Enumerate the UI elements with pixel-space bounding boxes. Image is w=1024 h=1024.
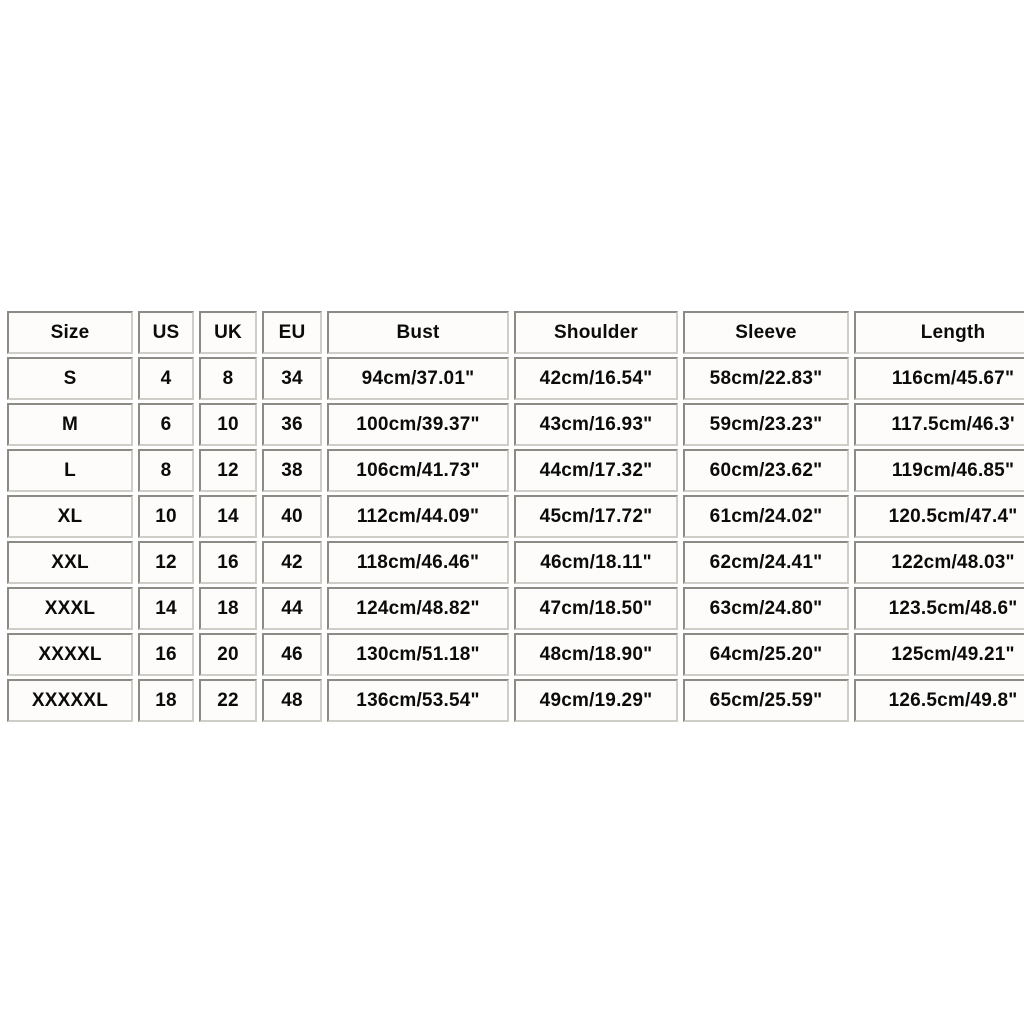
cell-length: 120.5cm/47.4" [854,495,1024,538]
cell-size: L [7,449,133,492]
cell-eu: 34 [262,357,322,400]
cell-us: 16 [138,633,194,676]
cell-bust: 100cm/39.37" [327,403,509,446]
cell-sleeve: 64cm/25.20" [683,633,849,676]
cell-shoulder: 43cm/16.93" [514,403,678,446]
cell-length: 117.5cm/46.3' [854,403,1024,446]
column-header-uk: UK [199,311,257,354]
cell-shoulder: 46cm/18.11" [514,541,678,584]
cell-uk: 20 [199,633,257,676]
table-row: XXL 12 16 42 118cm/46.46" 46cm/18.11" 62… [7,541,1024,584]
cell-length: 119cm/46.85" [854,449,1024,492]
cell-eu: 44 [262,587,322,630]
cell-uk: 16 [199,541,257,584]
cell-shoulder: 42cm/16.54" [514,357,678,400]
cell-uk: 10 [199,403,257,446]
cell-size: XXL [7,541,133,584]
cell-size: XXXXXL [7,679,133,722]
cell-us: 18 [138,679,194,722]
table-row: L 8 12 38 106cm/41.73" 44cm/17.32" 60cm/… [7,449,1024,492]
cell-bust: 124cm/48.82" [327,587,509,630]
cell-uk: 14 [199,495,257,538]
cell-eu: 38 [262,449,322,492]
cell-sleeve: 60cm/23.62" [683,449,849,492]
table-row: M 6 10 36 100cm/39.37" 43cm/16.93" 59cm/… [7,403,1024,446]
column-header-bust: Bust [327,311,509,354]
cell-us: 4 [138,357,194,400]
cell-us: 12 [138,541,194,584]
cell-length: 125cm/49.21" [854,633,1024,676]
table-header-row: Size US UK EU Bust Shoulder Sleeve Lengt… [7,311,1024,354]
cell-bust: 106cm/41.73" [327,449,509,492]
cell-eu: 40 [262,495,322,538]
cell-eu: 36 [262,403,322,446]
cell-size: XXXXL [7,633,133,676]
cell-length: 116cm/45.67" [854,357,1024,400]
cell-us: 10 [138,495,194,538]
cell-bust: 130cm/51.18" [327,633,509,676]
cell-us: 8 [138,449,194,492]
cell-us: 6 [138,403,194,446]
cell-length: 126.5cm/49.8" [854,679,1024,722]
cell-length: 122cm/48.03" [854,541,1024,584]
cell-size: S [7,357,133,400]
cell-shoulder: 44cm/17.32" [514,449,678,492]
size-chart-table: Size US UK EU Bust Shoulder Sleeve Lengt… [2,308,1024,725]
cell-size: XL [7,495,133,538]
cell-bust: 112cm/44.09" [327,495,509,538]
cell-shoulder: 45cm/17.72" [514,495,678,538]
column-header-eu: EU [262,311,322,354]
cell-uk: 12 [199,449,257,492]
cell-shoulder: 49cm/19.29" [514,679,678,722]
cell-eu: 42 [262,541,322,584]
cell-bust: 136cm/53.54" [327,679,509,722]
cell-sleeve: 63cm/24.80" [683,587,849,630]
cell-sleeve: 62cm/24.41" [683,541,849,584]
cell-size: XXXL [7,587,133,630]
column-header-shoulder: Shoulder [514,311,678,354]
cell-bust: 118cm/46.46" [327,541,509,584]
cell-uk: 8 [199,357,257,400]
cell-sleeve: 58cm/22.83" [683,357,849,400]
size-chart-body: S 4 8 34 94cm/37.01" 42cm/16.54" 58cm/22… [7,357,1024,722]
cell-shoulder: 47cm/18.50" [514,587,678,630]
cell-sleeve: 65cm/25.59" [683,679,849,722]
size-chart-header: Size US UK EU Bust Shoulder Sleeve Lengt… [7,311,1024,354]
cell-shoulder: 48cm/18.90" [514,633,678,676]
cell-size: M [7,403,133,446]
size-chart-container: Size US UK EU Bust Shoulder Sleeve Lengt… [2,308,1024,725]
table-row: S 4 8 34 94cm/37.01" 42cm/16.54" 58cm/22… [7,357,1024,400]
table-row: XXXXXL 18 22 48 136cm/53.54" 49cm/19.29"… [7,679,1024,722]
column-header-length: Length [854,311,1024,354]
cell-eu: 46 [262,633,322,676]
cell-us: 14 [138,587,194,630]
cell-uk: 18 [199,587,257,630]
cell-bust: 94cm/37.01" [327,357,509,400]
table-row: XXXL 14 18 44 124cm/48.82" 47cm/18.50" 6… [7,587,1024,630]
cell-uk: 22 [199,679,257,722]
column-header-size: Size [7,311,133,354]
cell-eu: 48 [262,679,322,722]
table-row: XXXXL 16 20 46 130cm/51.18" 48cm/18.90" … [7,633,1024,676]
cell-sleeve: 61cm/24.02" [683,495,849,538]
column-header-us: US [138,311,194,354]
cell-sleeve: 59cm/23.23" [683,403,849,446]
column-header-sleeve: Sleeve [683,311,849,354]
table-row: XL 10 14 40 112cm/44.09" 45cm/17.72" 61c… [7,495,1024,538]
cell-length: 123.5cm/48.6" [854,587,1024,630]
